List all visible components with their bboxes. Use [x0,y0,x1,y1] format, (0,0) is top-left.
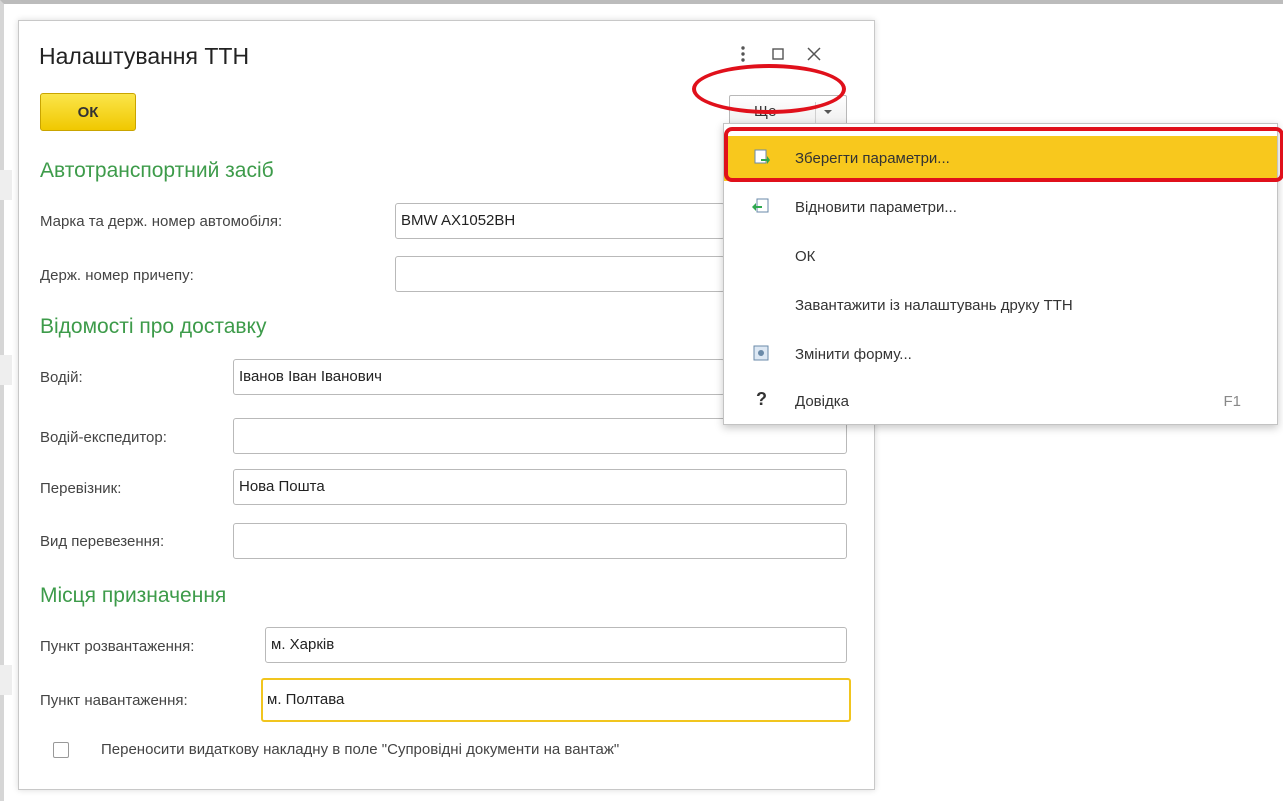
car-field[interactable]: BMW AX1052BH [395,203,725,239]
background-strip [0,170,12,200]
trailer-field[interactable] [395,256,725,292]
maximize-icon[interactable] [767,43,789,65]
load-point-label: Пункт навантаження: [40,692,188,709]
close-icon[interactable] [803,43,825,65]
menu-item-label: Довідка [795,393,849,410]
transport-type-label: Вид перевезення: [40,533,165,550]
shortcut-key: F1 [1223,393,1241,410]
section-vehicle-title: Автотранспортний засіб [40,159,274,182]
driver-field[interactable]: Іванов Іван Іванович [233,359,725,395]
menu-item-load-print-settings[interactable]: Завантажити із налаштувань друку ТТН [724,283,1277,328]
menu-item-ok[interactable]: ОК [724,234,1277,279]
unload-point-label: Пункт розвантаження: [40,638,195,655]
driver-label: Водій: [40,369,83,386]
menu-item-restore-settings[interactable]: Відновити параметри... [724,185,1277,230]
chevron-down-icon [824,110,832,114]
background-strip [0,355,12,385]
section-destination-title: Місця призначення [40,584,227,607]
background-strip [0,665,12,695]
section-delivery-title: Відомості про доставку [40,315,267,338]
annotation-oval [692,64,846,114]
help-icon: ? [756,389,767,409]
ok-button[interactable]: ОК [40,93,136,131]
trailer-label: Держ. номер причепу: [40,267,194,284]
annotation-highlight-rect [724,127,1283,182]
carrier-label: Перевізник: [40,480,122,497]
change-form-icon [753,345,769,361]
more-vertical-icon[interactable] [732,43,754,65]
menu-item-change-form[interactable]: Змінити форму... [724,332,1277,377]
forwarder-label: Водій-експедитор: [40,429,167,446]
unload-point-field[interactable]: м. Харків [265,627,847,663]
restore-settings-icon [752,198,769,213]
transport-type-field[interactable] [233,523,847,559]
carrier-field[interactable]: Нова Пошта [233,469,847,505]
transfer-invoice-checkbox[interactable] [53,742,69,758]
menu-item-label: Відновити параметри... [795,199,957,216]
menu-item-label: Змінити форму... [795,346,912,363]
menu-item-help[interactable]: ? Довідка F1 [724,379,1277,424]
transfer-invoice-label: Переносити видаткову накладну в поле "Су… [101,741,620,758]
menu-item-label: Завантажити із налаштувань друку ТТН [795,297,1073,314]
dialog-title: Налаштування ТТН [39,43,250,69]
menu-item-label: ОК [795,248,816,265]
car-label: Марка та держ. номер автомобіля: [40,213,283,230]
load-point-field[interactable]: м. Полтава [261,678,851,722]
